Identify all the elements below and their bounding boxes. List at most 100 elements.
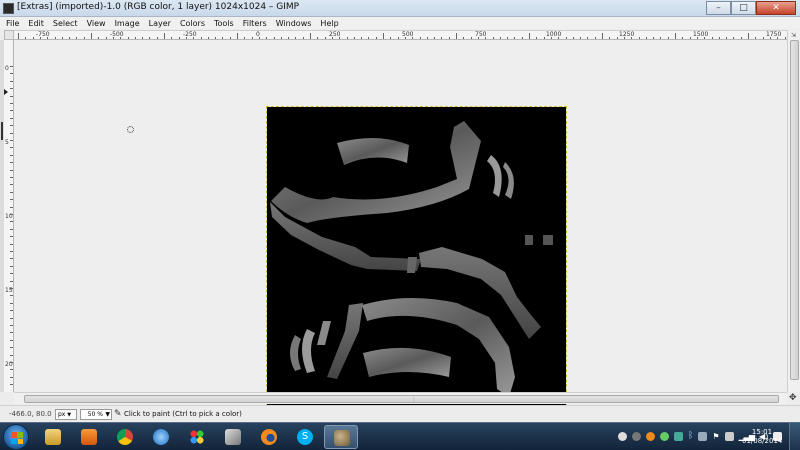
ruler-tick — [273, 37, 275, 39]
zoom-select[interactable]: 50 % ▼ — [80, 409, 112, 420]
circle-icon[interactable] — [632, 431, 641, 441]
ruler-tick — [171, 37, 173, 39]
menu-filters[interactable]: Filters — [243, 19, 267, 28]
close-button[interactable]: ✕ — [756, 1, 796, 15]
canvas-area[interactable] — [14, 40, 787, 407]
antivirus-icon[interactable] — [660, 431, 669, 441]
menu-windows[interactable]: Windows — [276, 19, 312, 28]
minimize-button[interactable]: – — [706, 1, 731, 15]
zoom-to-fit-icon[interactable]: ⇲ — [789, 32, 798, 40]
vertical-ruler[interactable]: 0 5 10 15 20 — [4, 40, 14, 392]
horizontal-scrollbar[interactable]: ⋮ — [14, 392, 787, 404]
ruler-tick — [149, 37, 151, 39]
ruler-tick — [514, 37, 516, 39]
cloud-icon[interactable] — [618, 431, 627, 441]
menu-view[interactable]: View — [87, 19, 106, 28]
status-bar: -466.0, 80.0 px ▼ 50 % ▼ ✎ Click to pain… — [0, 405, 800, 422]
ruler-tick — [572, 37, 574, 39]
ruler-tick — [288, 37, 290, 39]
taskbar-blender[interactable] — [252, 425, 286, 449]
skype-icon: S — [297, 429, 313, 445]
gimp-app-icon[interactable] — [3, 3, 14, 14]
clock-time: 15:01 — [751, 428, 773, 436]
title-bar[interactable]: [Extras] (imported)-1.0 (RGB color, 1 la… — [0, 0, 800, 17]
ruler-tick — [61, 37, 63, 39]
start-button[interactable] — [3, 424, 29, 450]
taskbar-paint-palette[interactable] — [180, 425, 214, 449]
ruler-tick — [390, 37, 392, 39]
image-canvas[interactable] — [266, 106, 567, 407]
menu-edit[interactable]: Edit — [28, 19, 44, 28]
ruler-tick — [689, 37, 691, 39]
uv-island — [317, 321, 331, 345]
ruler-tick — [426, 37, 428, 39]
ruler-tick — [404, 37, 406, 39]
ruler-tick — [317, 37, 319, 39]
ruler-tick — [353, 37, 355, 39]
ruler-tick — [660, 37, 662, 39]
ruler-tick — [237, 33, 238, 39]
taskbar-media-player[interactable] — [72, 425, 106, 449]
taskbar-clock[interactable]: 15:01 01/08/2014 — [742, 428, 782, 446]
taskbar-gimp[interactable] — [324, 425, 358, 449]
vertical-scrollbar[interactable] — [787, 30, 800, 392]
windows-taskbar: S ᛒ ⚑ ▁▃▅ ◀) 15:01 01/08/2014 — [0, 422, 800, 450]
ruler-tick — [120, 37, 122, 39]
ruler-tick — [164, 33, 165, 39]
ruler-tick — [222, 37, 224, 39]
taskbar-inkscape[interactable] — [216, 425, 250, 449]
ruler-tick — [769, 37, 771, 39]
ruler-tick — [375, 37, 377, 39]
menu-help[interactable]: Help — [320, 19, 338, 28]
uv-island — [525, 235, 533, 245]
vertical-scroll-thumb[interactable] — [790, 40, 799, 380]
ruler-tick — [616, 37, 618, 39]
update-icon[interactable] — [646, 431, 655, 441]
ruler-label: 1750 — [766, 31, 782, 38]
ruler-tick — [602, 33, 603, 39]
navigate-icon[interactable]: ✥ — [789, 393, 797, 403]
uv-island — [337, 137, 409, 165]
ruler-tick — [229, 37, 231, 39]
menu-layer[interactable]: Layer — [149, 19, 171, 28]
leaf-icon[interactable] — [674, 431, 683, 441]
ruler-tick — [653, 37, 655, 39]
flag-icon[interactable]: ⚑ — [712, 432, 719, 441]
quick-mask-corner[interactable] — [4, 30, 14, 40]
ruler-tick — [383, 33, 384, 39]
ruler-tick — [54, 37, 56, 39]
show-desktop-button[interactable] — [789, 423, 800, 450]
taskbar-chrome[interactable] — [108, 425, 142, 449]
taskbar-skype[interactable]: S — [288, 425, 322, 449]
ruler-tick — [594, 37, 596, 39]
ruler-tick — [499, 37, 501, 39]
ruler-tick — [550, 37, 552, 39]
ruler-tick — [105, 37, 107, 39]
horizontal-scroll-thumb[interactable]: ⋮ — [24, 395, 779, 403]
menu-tools[interactable]: Tools — [214, 19, 234, 28]
pen-icon — [225, 429, 241, 445]
thunderbird-icon — [153, 429, 169, 445]
maximize-button[interactable]: □ — [731, 1, 756, 15]
ruler-tick — [565, 37, 567, 39]
horizontal-ruler[interactable]: -750 -500 -250 0 250 500 750 1000 1250 1… — [14, 30, 787, 40]
menu-image[interactable]: Image — [115, 19, 140, 28]
ruler-label: 0 — [5, 65, 9, 72]
bluetooth-icon[interactable]: ᛒ — [688, 431, 693, 441]
devices-icon[interactable] — [698, 431, 708, 441]
ruler-tick — [134, 37, 136, 39]
ruler-tick — [696, 37, 698, 39]
clock-date: 01/08/2014 — [742, 437, 783, 445]
ruler-tick — [456, 33, 457, 39]
ruler-tick — [69, 37, 71, 39]
taskbar-thunderbird[interactable] — [144, 425, 178, 449]
gimp-window: [Extras] (imported)-1.0 (RGB color, 1 la… — [0, 0, 800, 450]
taskbar-file-explorer[interactable] — [36, 425, 70, 449]
ruler-tick — [733, 37, 735, 39]
menu-select[interactable]: Select — [53, 19, 78, 28]
unit-select[interactable]: px ▼ — [55, 409, 77, 420]
menu-colors[interactable]: Colors — [180, 19, 205, 28]
menu-file[interactable]: File — [6, 19, 19, 28]
ruler-tick — [492, 37, 494, 39]
monitor-icon[interactable] — [724, 431, 734, 441]
